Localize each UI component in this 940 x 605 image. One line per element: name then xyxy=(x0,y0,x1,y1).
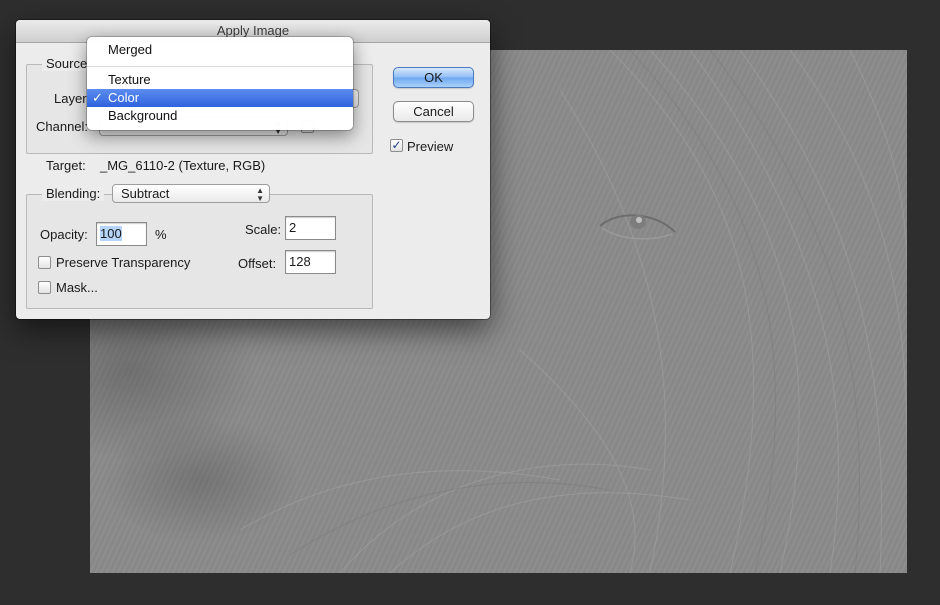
target-label: Target: xyxy=(46,158,86,173)
preview-label[interactable]: Preview xyxy=(407,139,453,154)
ok-button[interactable]: OK xyxy=(393,67,474,88)
layer-label: Layer: xyxy=(54,91,91,106)
menu-separator xyxy=(87,66,353,67)
blending-legend: Blending: xyxy=(42,186,105,201)
menu-item-merged[interactable]: Merged xyxy=(87,41,353,59)
source-legend: Source xyxy=(42,56,92,71)
up-down-arrows-icon: ▲▼ xyxy=(256,186,264,203)
target-value: _MG_6110-2 (Texture, RGB) xyxy=(100,158,266,173)
opacity-unit: % xyxy=(155,227,167,242)
menu-item-color[interactable]: ✓ Color xyxy=(87,89,353,107)
opacity-label: Opacity: xyxy=(40,227,88,242)
opacity-input[interactable]: 100 xyxy=(96,222,147,246)
scale-input[interactable]: 2 xyxy=(285,216,336,240)
scale-label: Scale: xyxy=(245,222,282,237)
cancel-button[interactable]: Cancel xyxy=(393,101,474,122)
offset-input[interactable]: 128 xyxy=(285,250,336,274)
preserve-transparency-label[interactable]: Preserve Transparency xyxy=(56,255,190,270)
blending-mode-value: Subtract xyxy=(121,186,170,201)
blending-mode-popup[interactable]: Subtract ▲ ▼ xyxy=(112,184,270,203)
preview-checkbox[interactable]: ✓ xyxy=(390,139,403,152)
checkmark-icon: ✓ xyxy=(391,138,402,152)
channel-label: Channel: xyxy=(36,119,89,134)
mask-label[interactable]: Mask... xyxy=(56,280,98,295)
menu-item-texture[interactable]: Texture xyxy=(87,71,353,89)
mask-checkbox[interactable] xyxy=(38,281,51,294)
layer-popup-menu: Merged Texture ✓ Color Background xyxy=(87,37,353,130)
menu-item-background[interactable]: Background xyxy=(87,107,353,125)
eye-detail xyxy=(599,214,676,240)
preserve-transparency-checkbox[interactable] xyxy=(38,256,51,269)
opacity-value: 100 xyxy=(100,226,122,241)
checkmark-icon: ✓ xyxy=(92,90,103,105)
offset-label: Offset: xyxy=(238,256,277,271)
